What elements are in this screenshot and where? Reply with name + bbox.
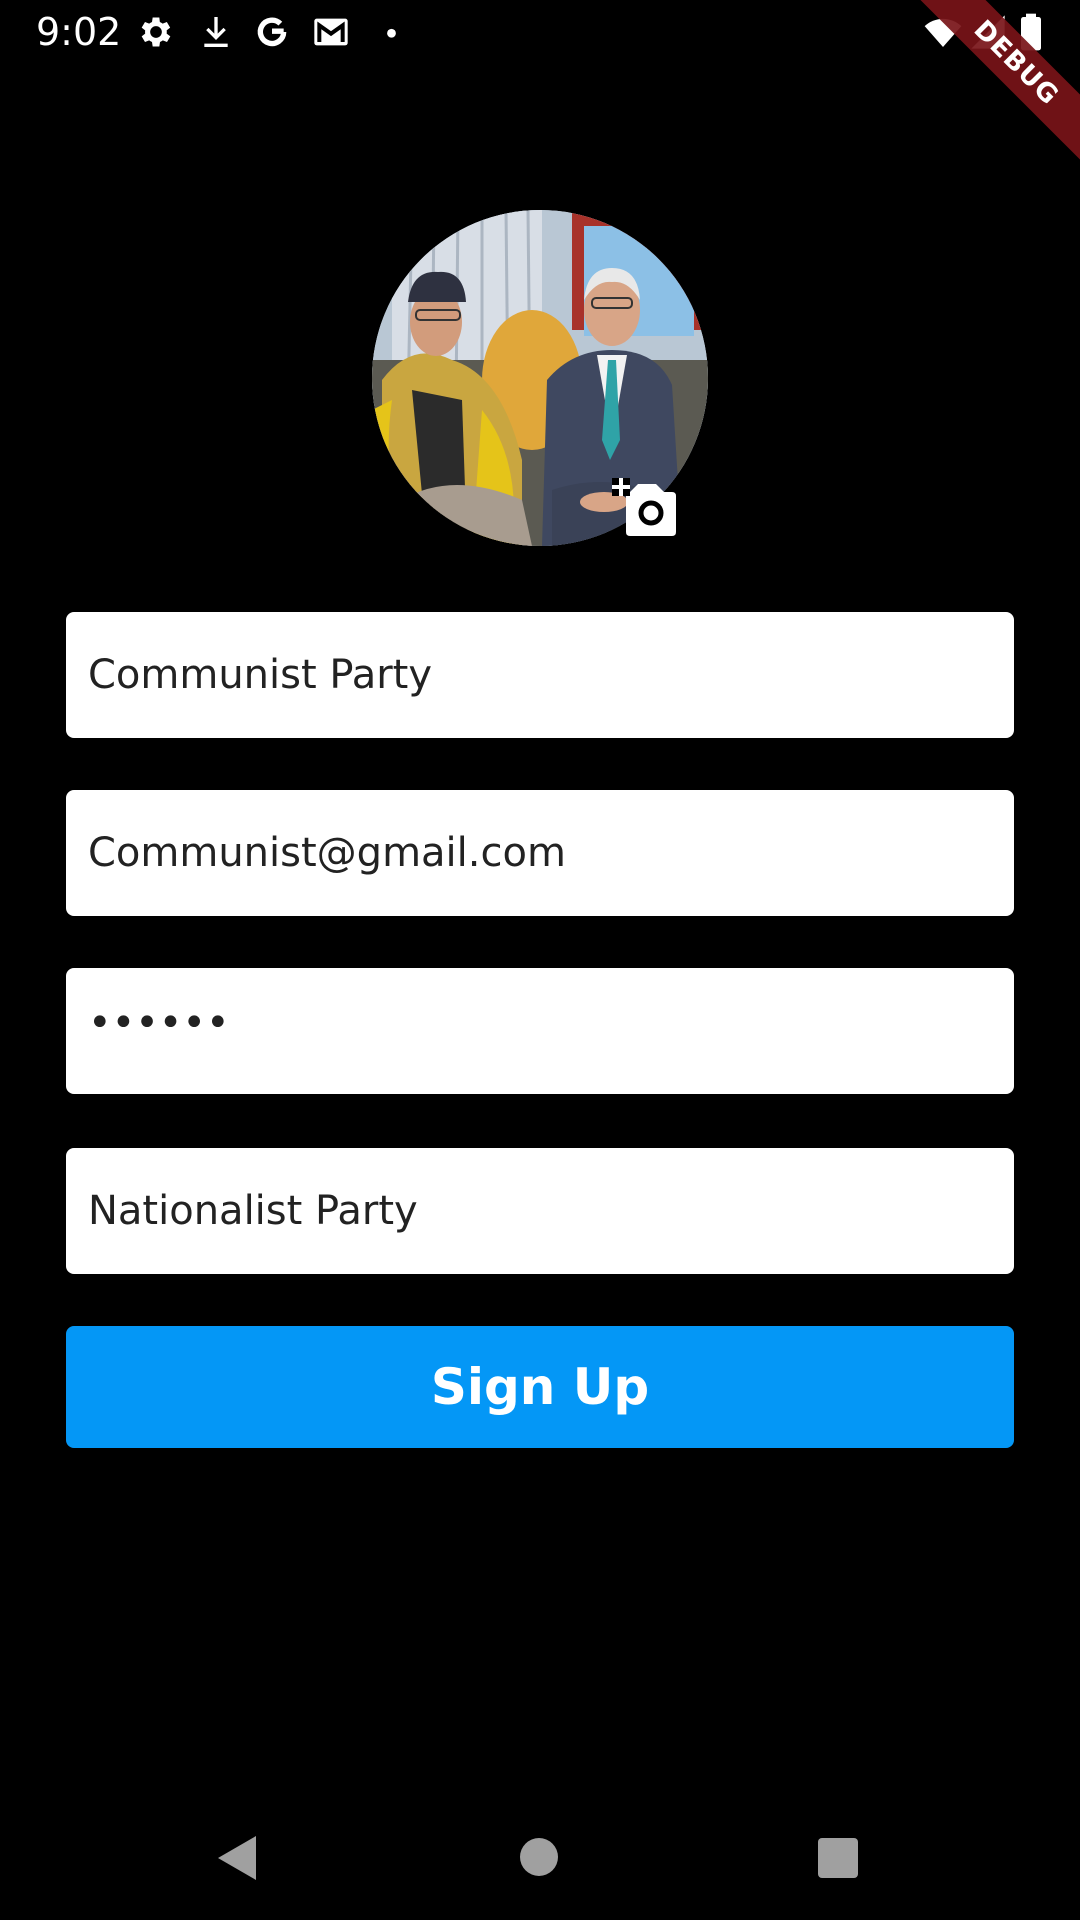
name-field[interactable]: Communist Party [66,612,1014,738]
battery-icon [1016,12,1046,52]
signup-screen: 9:02 DEBUG Communist Party Communist@gma… [0,0,1080,1920]
download-icon [196,12,236,52]
gmail-icon [310,12,350,52]
sign-up-button[interactable]: Sign Up [66,1326,1014,1448]
home-icon[interactable] [520,1838,558,1876]
dot-icon [374,12,414,52]
email-field[interactable]: Communist@gmail.com [66,790,1014,916]
add-photo-button[interactable] [612,478,678,538]
email-field-value: Communist@gmail.com [88,830,566,876]
party-field[interactable]: Nationalist Party [66,1148,1014,1274]
status-time: 9:02 [36,10,122,54]
add-photo-icon [612,478,676,536]
navigation-bar [0,1800,1080,1920]
signal-icon [968,12,1008,52]
password-field[interactable]: •••••• [66,968,1014,1094]
back-icon[interactable] [216,1834,260,1882]
gear-icon [136,12,176,52]
status-bar: 9:02 DEBUG [0,0,1080,165]
wifi-icon [920,12,966,52]
party-field-value: Nationalist Party [88,1188,418,1234]
recents-icon[interactable] [818,1838,858,1878]
name-field-value: Communist Party [88,652,433,698]
password-field-value: •••••• [88,1000,230,1046]
google-icon [252,12,292,52]
